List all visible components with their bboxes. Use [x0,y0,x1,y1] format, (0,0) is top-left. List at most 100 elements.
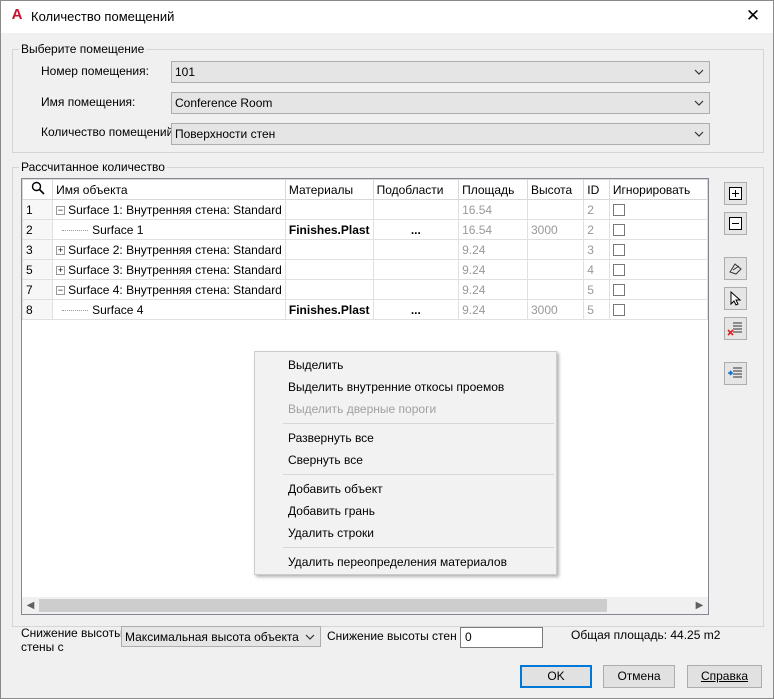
object-name-cell[interactable]: + Surface 2: Внутренняя стена: Standard [52,239,286,260]
ok-button[interactable]: OK [520,665,592,688]
wall-reduction-value: Максимальная высота объекта [125,630,299,644]
collapse-minus-icon [729,217,742,230]
wall-reduction-combo[interactable]: Максимальная высота объекта [121,626,321,647]
tree-connector [62,229,89,231]
subareas-cell[interactable] [372,279,460,300]
object-name-cell[interactable]: Surface 1 [52,219,286,240]
material-cell[interactable] [284,259,374,280]
header-ignore[interactable]: Игнорировать [608,179,709,200]
id-cell[interactable]: 4 [583,259,610,280]
ignore-checkbox[interactable] [612,284,625,297]
tree-expand-icon[interactable]: + [56,245,66,255]
cancel-button[interactable]: Отмена [603,665,675,688]
scrollbar-thumb[interactable] [39,599,607,612]
menu-item-delete-rows[interactable]: Удалить строки [288,526,374,540]
area-cell[interactable]: 9.24 [458,279,528,300]
menu-item-add-object[interactable]: Добавить объект [288,482,383,496]
material-cell[interactable]: Finishes.Plast [284,299,374,320]
row-number[interactable]: 3 [21,239,54,260]
table-row[interactable]: 3 + Surface 2: Внутренняя стена: Standard 9… [21,239,709,260]
area-cell[interactable]: 16.54 [458,219,528,240]
menu-item-expand-all[interactable]: Развернуть все [288,431,374,445]
context-menu: Выделить Выделить внутренние откосы прое… [254,351,557,575]
id-cell[interactable]: 5 [583,299,610,320]
subareas-cell[interactable] [372,259,460,280]
expand-button[interactable] [724,182,747,205]
row-number[interactable]: 2 [21,219,54,240]
area-cell[interactable]: 9.24 [458,259,528,280]
tree-collapse-icon[interactable]: − [56,285,66,295]
object-name-cell[interactable]: Surface 4 [52,299,286,320]
area-cell[interactable]: 9.24 [458,239,528,260]
wall-height-reduction-input[interactable]: 0 [460,627,543,648]
scroll-left-icon[interactable]: ◀ [22,597,39,614]
header-object-name[interactable]: Имя объекта [52,179,286,200]
insert-rows-button[interactable] [724,362,747,385]
header-materials[interactable]: Материалы [284,179,374,200]
menu-item-delete-overrides[interactable]: Удалить переопределения материалов [288,555,507,569]
ignore-checkbox[interactable] [612,244,625,257]
material-cell[interactable]: Finishes.Plast [284,219,374,240]
height-cell[interactable] [526,199,585,220]
id-cell[interactable]: 3 [583,239,610,260]
row-number[interactable]: 5 [21,259,54,280]
close-icon[interactable]: ✕ [741,5,765,27]
table-row[interactable]: 8 Surface 4 Finishes.Plast... 9.24 3000 5 [21,299,709,320]
collapse-button[interactable] [724,212,747,235]
scroll-right-icon[interactable]: ▶ [691,597,708,614]
help-button[interactable]: Справка [687,665,762,688]
tree-expand-icon[interactable]: + [56,265,66,275]
header-height[interactable]: Высота [526,179,585,200]
material-cell[interactable] [284,279,374,300]
id-cell[interactable]: 5 [583,279,610,300]
material-cell[interactable] [284,199,374,220]
row-number[interactable]: 7 [21,279,54,300]
quantity-type-combo[interactable]: Поверхности стен [171,123,710,145]
ignore-checkbox[interactable] [612,224,625,237]
delete-rows-button[interactable] [724,317,747,340]
row-number[interactable]: 1 [21,199,54,220]
room-name-label: Имя помещения: [41,95,136,109]
id-cell[interactable]: 2 [583,199,610,220]
height-cell[interactable] [526,259,585,280]
table-row[interactable]: 5 + Surface 3: Внутренняя стена: Standard 9… [21,259,709,280]
area-cell[interactable]: 16.54 [458,199,528,220]
horizontal-scrollbar[interactable]: ◀ ▶ [22,597,708,614]
object-name-cell[interactable]: − Surface 1: Внутренняя стена: Standard [52,199,286,220]
ignore-checkbox[interactable] [612,264,625,277]
dialog-window: A Количество помещений ✕ Выберите помеще… [0,0,774,699]
quantity-table: Имя объекта Материалы Подобласти Площадь… [21,179,709,320]
row-number[interactable]: 8 [21,299,54,320]
menu-item-select-reveals[interactable]: Выделить внутренние откосы проемов [288,380,504,394]
id-cell[interactable]: 2 [583,219,610,240]
subareas-cell[interactable] [372,199,460,220]
header-id[interactable]: ID [583,179,610,200]
height-cell[interactable] [526,239,585,260]
header-subareas[interactable]: Подобласти [372,179,460,200]
grid-search-button[interactable] [21,179,54,200]
subareas-cell[interactable]: ... [372,299,460,320]
subareas-cell[interactable]: ... [372,219,460,240]
subareas-cell[interactable] [372,239,460,260]
height-cell[interactable]: 3000 [526,219,585,240]
object-name-cell[interactable]: + Surface 3: Внутренняя стена: Standard [52,259,286,280]
ignore-checkbox[interactable] [612,304,625,317]
tree-collapse-icon[interactable]: − [56,205,66,215]
table-row[interactable]: 7− Surface 4: Внутренняя стена: Standard 9… [21,279,709,300]
select-face-button[interactable] [724,257,747,280]
area-cell[interactable]: 9.24 [458,299,528,320]
height-cell[interactable] [526,279,585,300]
room-number-combo[interactable]: 101 [171,61,710,83]
pick-object-button[interactable] [724,287,747,310]
material-cell[interactable] [284,239,374,260]
menu-item-select[interactable]: Выделить [288,358,343,372]
header-area[interactable]: Площадь [458,179,528,200]
menu-item-add-face[interactable]: Добавить грань [288,504,375,518]
height-cell[interactable]: 3000 [526,299,585,320]
room-name-combo[interactable]: Conference Room [171,92,710,114]
ignore-checkbox[interactable] [612,204,625,217]
menu-item-collapse-all[interactable]: Свернуть все [288,453,363,467]
table-row[interactable]: 2 Surface 1 Finishes.Plast... 16.54 3000 2 [21,219,709,240]
table-row[interactable]: 1− Surface 1: Внутренняя стена: Standard 1… [21,199,709,220]
object-name-cell[interactable]: − Surface 4: Внутренняя стена: Standard [52,279,286,300]
